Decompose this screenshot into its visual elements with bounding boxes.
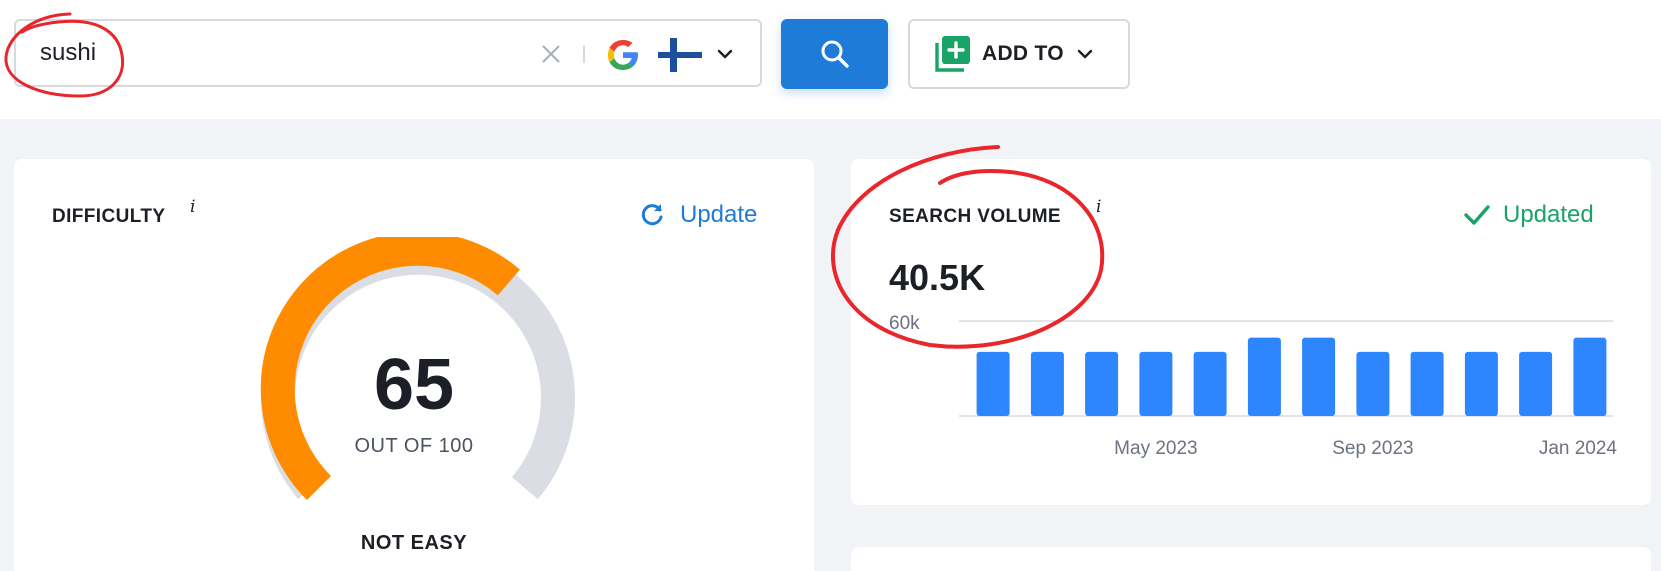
keyword-search-box [14, 19, 762, 87]
keyword-search-input[interactable] [40, 33, 510, 73]
difficulty-card: DIFFICULTY i Update 65 OUT OF 100 NOT EA… [14, 159, 814, 571]
difficulty-scale: OUT OF 100 [354, 435, 474, 457]
chevron-down-icon [1077, 49, 1093, 59]
search-icon [821, 40, 849, 68]
search-button[interactable] [781, 19, 888, 89]
x-axis-tick-labels: May 2023 Sep 2023 Jan 2024 [1114, 438, 1617, 459]
x-axis-tick-label: May 2023 [1114, 438, 1197, 459]
update-button[interactable]: Update [640, 201, 757, 229]
chart-bar[interactable] [1573, 337, 1607, 416]
search-volume-card: SEARCH VOLUME i Updated 40.5K 60k May 20… [851, 159, 1651, 505]
chart-bar[interactable] [1193, 351, 1227, 416]
chart-bar[interactable] [1464, 351, 1498, 416]
add-to-label: ADD TO [982, 42, 1064, 65]
google-icon[interactable] [605, 37, 641, 73]
chart-bar[interactable] [1030, 351, 1064, 416]
add-to-button[interactable]: ADD TO [908, 19, 1130, 89]
chart-bar[interactable] [1247, 337, 1281, 416]
y-axis-tick-label: 60k [889, 313, 920, 334]
chart-bar[interactable] [1519, 351, 1553, 416]
chart-bar[interactable] [1085, 351, 1119, 416]
difficulty-title: DIFFICULTY [52, 206, 166, 227]
add-to-list-icon [935, 36, 970, 72]
x-axis-tick-label: Jan 2024 [1539, 438, 1618, 459]
difficulty-score: 65 [373, 345, 455, 425]
chart-bars [976, 337, 1607, 416]
difficulty-level: NOT EASY [360, 532, 468, 554]
search-box-divider [583, 45, 585, 63]
search-volume-trend-chart: 60k May 2023 Sep 2023 Jan 2024 [889, 313, 1617, 459]
chart-bar[interactable] [1410, 351, 1444, 416]
refresh-icon [641, 204, 663, 226]
finland-flag-icon[interactable] [658, 38, 702, 72]
chart-bar[interactable] [1356, 351, 1390, 416]
info-icon[interactable]: i [190, 197, 195, 217]
chevron-down-icon[interactable] [716, 46, 734, 62]
chart-bar[interactable] [1139, 351, 1173, 416]
x-axis-tick-label: Sep 2023 [1332, 438, 1413, 459]
chart-bar[interactable] [976, 351, 1010, 416]
next-card [851, 547, 1651, 571]
clear-icon[interactable] [537, 40, 565, 68]
chart-bar[interactable] [1302, 337, 1336, 416]
update-label: Update [680, 201, 758, 228]
